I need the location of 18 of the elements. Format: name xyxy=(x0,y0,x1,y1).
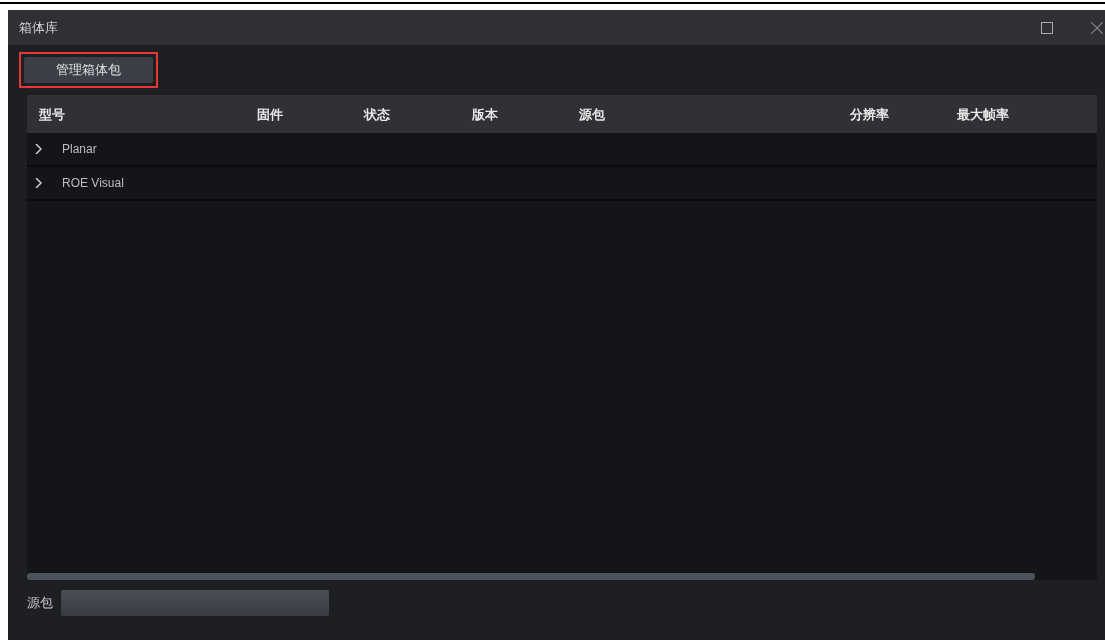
column-header[interactable]: 源包 xyxy=(579,105,605,125)
row-label: Planar xyxy=(62,141,97,158)
row-label: ROE Visual xyxy=(62,175,124,192)
window-title: 箱体库 xyxy=(19,18,59,37)
column-header[interactable]: 固件 xyxy=(257,105,283,125)
source-package-label: 源包 xyxy=(27,593,53,612)
horizontal-scrollbar[interactable] xyxy=(27,573,1035,580)
column-header[interactable]: 最大帧率 xyxy=(957,105,1009,125)
column-header[interactable]: 型号 xyxy=(39,105,65,125)
manage-packages-button[interactable]: 管理箱体包 xyxy=(24,57,153,83)
column-header[interactable]: 分辨率 xyxy=(850,105,889,125)
chevron-icon[interactable] xyxy=(34,178,42,188)
source-package-field[interactable] xyxy=(61,589,329,616)
column-header[interactable]: 版本 xyxy=(472,105,498,125)
column-header[interactable]: 状态 xyxy=(364,105,390,125)
close-icon[interactable] xyxy=(1091,21,1103,34)
chevron-icon[interactable] xyxy=(34,144,42,154)
maximize-icon[interactable] xyxy=(1041,21,1053,34)
